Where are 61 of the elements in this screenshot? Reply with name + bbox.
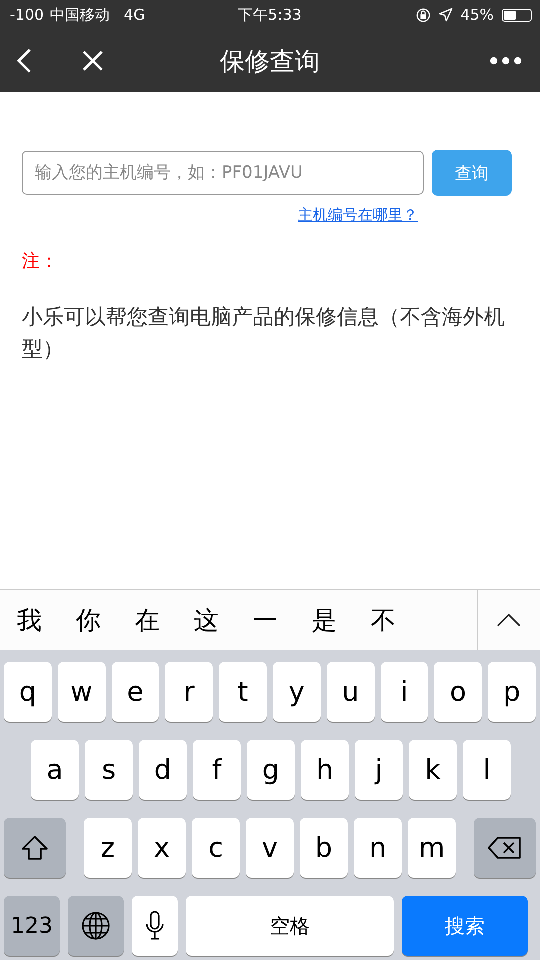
note-text: 小乐可以帮您查询电脑产品的保修信息（不含海外机型） (22, 304, 506, 363)
letter-key[interactable]: l (463, 740, 511, 800)
clock-time: 下午5:33 (238, 6, 302, 24)
letter-key[interactable]: f (193, 740, 241, 800)
letter-key[interactable]: z (84, 818, 132, 878)
serial-number-field[interactable]: 输入您的主机编号，如：PF01JAVU (22, 151, 424, 195)
numbers-key[interactable]: 123 (4, 896, 60, 956)
carrier-name: 中国移动 (50, 6, 110, 24)
shift-key[interactable] (4, 818, 66, 878)
delete-key[interactable] (474, 818, 536, 878)
globe-icon (81, 911, 111, 941)
letter-key[interactable]: d (139, 740, 187, 800)
backspace-icon (488, 836, 522, 860)
candidate-word[interactable]: 不 (371, 604, 396, 636)
letter-key[interactable]: u (326, 662, 375, 722)
letter-key[interactable]: i (380, 662, 428, 722)
letter-key[interactable]: j (355, 740, 403, 800)
candidate-word[interactable]: 这 (194, 604, 219, 636)
letter-key[interactable]: g (247, 740, 295, 800)
page-title: 保修查询 (220, 46, 320, 78)
letter-key[interactable]: y (272, 662, 321, 722)
letter-key[interactable]: t (219, 662, 267, 722)
candidate-word[interactable]: 一 (253, 604, 278, 636)
microphone-key[interactable] (132, 896, 178, 956)
letter-key[interactable]: b (300, 818, 348, 878)
candidate-word[interactable]: 在 (135, 604, 160, 636)
serial-help-link[interactable]: 主机编号在哪里？ (298, 206, 418, 225)
note-label: 注： (22, 250, 59, 273)
more-icon[interactable] (490, 57, 522, 65)
rotation-lock-icon (416, 8, 431, 22)
letter-key[interactable]: h (301, 740, 349, 800)
letter-key[interactable]: r (165, 662, 214, 722)
microphone-icon (145, 910, 165, 942)
letter-key[interactable]: p (488, 662, 536, 722)
candidate-word[interactable]: 我 (17, 604, 42, 636)
letter-key[interactable]: k (409, 740, 457, 800)
signal-strength: -100 (10, 6, 44, 24)
letter-key[interactable]: n (354, 818, 402, 878)
search-key[interactable]: 搜索 (402, 896, 528, 956)
globe-key[interactable] (68, 896, 124, 956)
letter-key[interactable]: o (434, 662, 482, 722)
location-arrow-icon (438, 8, 453, 22)
battery-percent: 45% (460, 6, 494, 24)
back-icon[interactable] (16, 48, 32, 74)
network-type: 4G (124, 6, 146, 24)
letter-key[interactable]: q (4, 662, 52, 722)
letter-key[interactable]: a (31, 740, 79, 800)
letter-key[interactable]: c (192, 818, 240, 878)
letter-key[interactable]: x (138, 818, 186, 878)
space-key[interactable]: 空格 (186, 896, 394, 956)
chevron-up-icon (497, 613, 521, 627)
candidate-word[interactable]: 你 (76, 604, 101, 636)
letter-key[interactable]: v (246, 818, 294, 878)
letter-key[interactable]: m (408, 818, 456, 878)
letter-key[interactable]: s (85, 740, 133, 800)
battery-icon (502, 8, 532, 22)
shift-icon (21, 835, 49, 861)
letter-key[interactable]: w (58, 662, 106, 722)
close-icon[interactable] (82, 50, 104, 72)
letter-key[interactable]: e (112, 662, 160, 722)
candidate-word[interactable]: 是 (312, 604, 337, 636)
